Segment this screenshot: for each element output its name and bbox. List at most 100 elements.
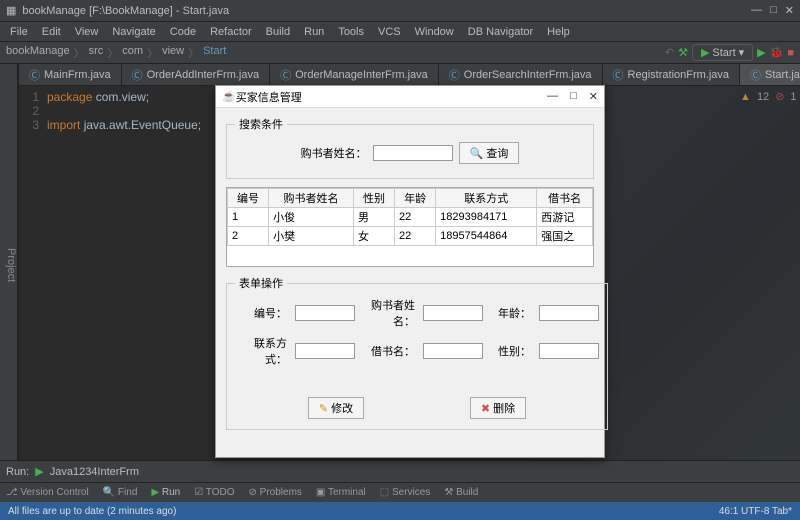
app-icon: ▦ (6, 4, 16, 17)
status-position: 46:1 UTF-8 Tab* (719, 506, 792, 517)
contact-input[interactable] (295, 343, 355, 359)
search-icon: 🔍 (470, 147, 484, 160)
dialog-maximize-icon[interactable]: □ (570, 90, 577, 103)
col-contact[interactable]: 联系方式 (436, 189, 537, 208)
breadcrumb: bookManage〉 src〉 com〉 view〉 Start (6, 45, 226, 61)
menu-view[interactable]: View (69, 24, 105, 40)
close-icon[interactable]: ✕ (785, 4, 794, 17)
pencil-icon: ✎ (319, 402, 328, 415)
run-icon: ▶ (35, 465, 43, 478)
toolbar: bookManage〉 src〉 com〉 view〉 Start ↶ ⚒ ▶S… (0, 42, 800, 64)
menu-help[interactable]: Help (541, 24, 576, 40)
stop-button[interactable]: ■ (787, 47, 794, 59)
menu-edit[interactable]: Edit (36, 24, 67, 40)
window-title: bookManage [F:\BookManage] - Start.java (22, 5, 229, 17)
editor-tabs: ⒸMainFrm.java ⒸOrderAddInterFrm.java ⒸOr… (19, 64, 800, 86)
services-button[interactable]: ⬚ Services (380, 487, 431, 498)
tab[interactable]: ⒸOrderManageInterFrm.java (270, 64, 439, 85)
sex-input[interactable] (539, 343, 599, 359)
menu-dbnav[interactable]: DB Navigator (462, 24, 539, 40)
sex-label: 性别： (491, 343, 531, 359)
table-header-row: 编号 购书者姓名 性别 年龄 联系方式 借书名 (228, 189, 593, 208)
run-tool-button[interactable]: ▶ Run (151, 487, 180, 498)
menu-navigate[interactable]: Navigate (106, 24, 161, 40)
age-input[interactable] (539, 305, 599, 321)
tab-active[interactable]: ⒸStart.java ▾ (740, 64, 800, 85)
left-gutter: Project DB Browser (0, 64, 18, 460)
dialog-close-icon[interactable]: ✕ (589, 90, 598, 103)
search-name-input[interactable] (373, 145, 453, 161)
name-label: 购书者姓名： (363, 297, 415, 329)
tab[interactable]: ⒸOrderSearchInterFrm.java (439, 64, 603, 85)
dialog-minimize-icon[interactable]: — (547, 90, 558, 103)
contact-label: 联系方式： (235, 335, 287, 367)
problems-button[interactable]: ⊘ Problems (248, 487, 301, 498)
form-legend: 表单操作 (235, 275, 287, 291)
results-table: 编号 购书者姓名 性别 年龄 联系方式 借书名 1小俊男221829398417… (227, 188, 593, 246)
dialog-titlebar[interactable]: ☕ 买家信息管理 — □ ✕ (216, 86, 604, 108)
window-titlebar: ▦ bookManage [F:\BookManage] - Start.jav… (0, 0, 800, 22)
run-config-selector[interactable]: ▶Start ▾ (692, 44, 753, 61)
name-input[interactable] (423, 305, 483, 321)
delete-icon: ✖ (481, 402, 490, 415)
col-id[interactable]: 编号 (228, 189, 269, 208)
id-label: 编号： (235, 305, 287, 321)
col-name[interactable]: 购书者姓名 (269, 189, 354, 208)
age-label: 年龄： (491, 305, 531, 321)
search-name-label: 购书者姓名： (301, 145, 367, 161)
menu-build[interactable]: Build (260, 24, 296, 40)
status-message: All files are up to date (2 minutes ago) (8, 506, 176, 517)
book-input[interactable] (423, 343, 483, 359)
menu-refactor[interactable]: Refactor (204, 24, 258, 40)
debug-button[interactable]: 🐞 (770, 46, 784, 59)
tab[interactable]: ⒸRegistrationFrm.java (603, 64, 740, 85)
form-fieldset: 表单操作 编号： 购书者姓名： 年龄： 联系方式： 借书名： 性别： ✎修改 ✖… (226, 275, 608, 430)
menu-vcs[interactable]: VCS (372, 24, 407, 40)
delete-button[interactable]: ✖删除 (470, 397, 526, 419)
maximize-icon[interactable]: □ (770, 4, 777, 17)
buyer-info-dialog: ☕ 买家信息管理 — □ ✕ 搜索条件 购书者姓名： 🔍查询 编号 购书者姓名 … (215, 85, 605, 458)
crumb[interactable]: Start (203, 45, 226, 61)
vc-button[interactable]: ⎇ Version Control (6, 487, 89, 498)
build-button[interactable]: ⚒ Build (444, 487, 478, 498)
menu-file[interactable]: File (4, 24, 34, 40)
find-button[interactable]: 🔍 Find (103, 487, 138, 498)
dialog-icon: ☕ (222, 90, 236, 103)
menu-run[interactable]: Run (298, 24, 330, 40)
col-age[interactable]: 年龄 (395, 189, 436, 208)
crumb[interactable]: src (89, 45, 104, 61)
id-input[interactable] (295, 305, 355, 321)
back-icon[interactable]: ↶ (665, 46, 674, 59)
menu-window[interactable]: Window (409, 24, 460, 40)
results-table-wrap[interactable]: 编号 购书者姓名 性别 年龄 联系方式 借书名 1小俊男221829398417… (226, 187, 594, 267)
search-button[interactable]: 🔍查询 (459, 142, 520, 164)
hammer-icon[interactable]: ⚒ (678, 46, 688, 59)
minimize-icon[interactable]: — (751, 4, 762, 17)
search-fieldset: 搜索条件 购书者姓名： 🔍查询 (226, 116, 594, 179)
run-button[interactable]: ▶ (757, 46, 765, 59)
terminal-button[interactable]: ▣ Terminal (316, 487, 366, 498)
table-row[interactable]: 2小樊女2218957544864强国之 (228, 227, 593, 246)
crumb[interactable]: com (122, 45, 143, 61)
menu-tools[interactable]: Tools (332, 24, 370, 40)
col-sex[interactable]: 性别 (353, 189, 394, 208)
dialog-title: 买家信息管理 (236, 89, 302, 105)
search-legend: 搜索条件 (235, 116, 287, 132)
bottom-tool-bar: ⎇ Version Control 🔍 Find ▶ Run ☑ TODO ⊘ … (0, 482, 800, 502)
crumb[interactable]: view (162, 45, 184, 61)
tab[interactable]: ⒸMainFrm.java (19, 64, 122, 85)
project-tool-button[interactable]: Project (5, 248, 17, 282)
tab[interactable]: ⒸOrderAddInterFrm.java (122, 64, 270, 85)
modify-button[interactable]: ✎修改 (308, 397, 364, 419)
table-row[interactable]: 1小俊男2218293984171西游记 (228, 208, 593, 227)
crumb[interactable]: bookManage (6, 45, 70, 61)
run-label: Run: (6, 466, 29, 478)
todo-button[interactable]: ☑ TODO (194, 487, 234, 498)
book-label: 借书名： (363, 343, 415, 359)
menu-bar: File Edit View Navigate Code Refactor Bu… (0, 22, 800, 42)
col-book[interactable]: 借书名 (537, 189, 593, 208)
menu-code[interactable]: Code (164, 24, 202, 40)
run-config-name: Java1234InterFrm (50, 466, 139, 478)
status-bar: All files are up to date (2 minutes ago)… (0, 502, 800, 520)
run-panel-header[interactable]: Run: ▶ Java1234InterFrm (0, 460, 800, 482)
